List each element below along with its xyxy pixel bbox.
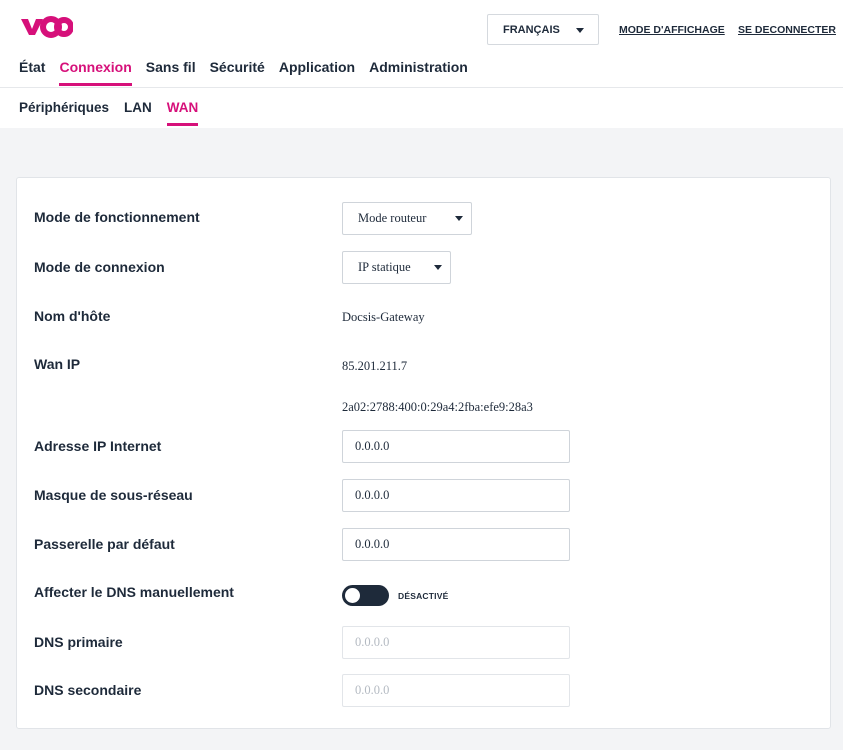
chevron-down-icon [455,216,463,221]
tab-connexion[interactable]: Connexion [59,59,133,86]
hostname-value: Docsis-Gateway [342,310,425,324]
wan-ipv4-value: 85.201.211.7 [342,359,408,373]
language-select[interactable]: FRANÇAIS [487,14,599,45]
chevron-down-icon [434,265,442,270]
tab-application[interactable]: Application [279,59,355,86]
gateway-input[interactable] [342,528,570,561]
subnet-mask-label: Masque de sous-réseau [34,487,193,503]
connection-mode-select[interactable]: IP statique [342,251,451,284]
tab-administration[interactable]: Administration [369,59,468,86]
manual-dns-label: Affecter le DNS manuellement [34,584,234,600]
operating-mode-value: Mode routeur [358,211,427,225]
operating-mode-label: Mode de fonctionnement [34,209,200,225]
wan-ip-label: Wan IP [34,356,81,372]
content-area: Mode de fonctionnement Mode routeur Mode… [0,128,843,750]
internet-ip-input[interactable] [342,430,570,463]
wan-settings-card: Mode de fonctionnement Mode routeur Mode… [16,177,831,729]
wan-ipv6-value: 2a02:2788:400:0:29a4:2fba:efe9:28a3 [342,400,533,414]
display-mode-link[interactable]: MODE D'AFFICHAGE [619,24,725,36]
connection-mode-value: IP statique [358,260,411,274]
voo-logo[interactable] [19,13,73,39]
hostname-label: Nom d'hôte [34,308,111,324]
gateway-label: Passerelle par défaut [34,536,175,552]
manual-dns-toggle[interactable] [342,585,389,606]
operating-mode-select[interactable]: Mode routeur [342,202,472,235]
internet-ip-label: Adresse IP Internet [34,438,162,454]
subtab-peripheriques[interactable]: Périphériques [19,100,109,126]
subnet-mask-input[interactable] [342,479,570,512]
tab-securite[interactable]: Sécurité [210,59,265,86]
language-select-value: FRANÇAIS [503,23,560,36]
toggle-knob [345,588,360,603]
dns-primary-label: DNS primaire [34,634,123,650]
subtab-lan[interactable]: LAN [124,100,152,126]
dns-secondary-label: DNS secondaire [34,682,142,698]
manual-dns-state: DÉSACTIVÉ [398,591,449,601]
tab-etat[interactable]: État [19,59,45,86]
dns-primary-input[interactable] [342,626,570,659]
dns-secondary-input[interactable] [342,674,570,707]
connection-mode-label: Mode de connexion [34,259,165,275]
top-header: FRANÇAIS MODE D'AFFICHAGE SE DECONNECTER… [0,0,843,88]
subtab-wan[interactable]: WAN [166,100,198,126]
logout-link[interactable]: SE DECONNECTER [738,24,836,36]
sub-nav: Périphériques LAN WAN [19,100,213,126]
tab-sans-fil[interactable]: Sans fil [146,59,196,86]
chevron-down-icon [576,28,584,33]
main-nav: État Connexion Sans fil Sécurité Applica… [19,59,482,86]
sub-nav-bar: Périphériques LAN WAN [0,88,843,128]
